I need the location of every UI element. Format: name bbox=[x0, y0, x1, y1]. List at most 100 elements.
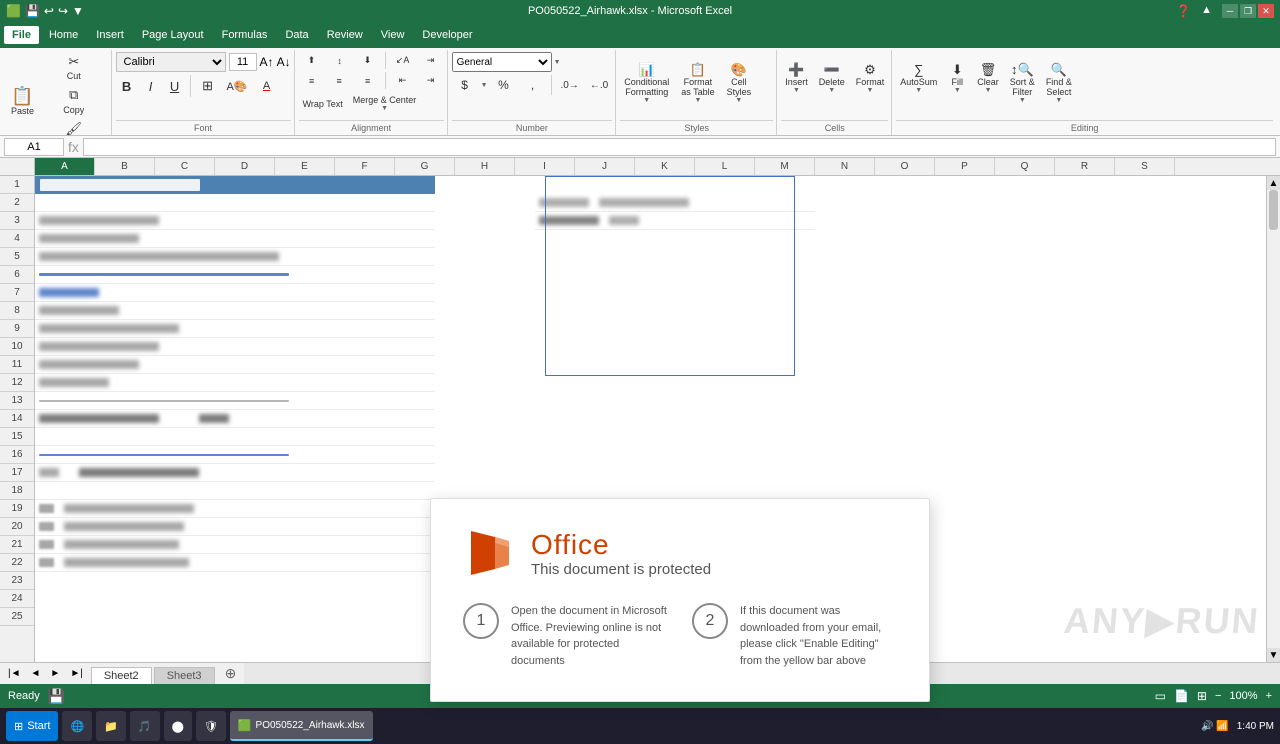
currency-button[interactable]: $ bbox=[452, 75, 478, 95]
zoom-in-button[interactable]: + bbox=[1266, 690, 1272, 702]
row-header-6[interactable]: 6 bbox=[0, 266, 34, 284]
border-button[interactable]: ⊞ bbox=[195, 75, 221, 97]
align-top-button[interactable]: ⬆ bbox=[299, 52, 325, 69]
row-header-3[interactable]: 3 bbox=[0, 212, 34, 230]
sort-filter-button[interactable]: ↕🔍 Sort & Filter ▼ bbox=[1006, 60, 1039, 110]
col-header-p[interactable]: P bbox=[935, 158, 995, 175]
copy-button[interactable]: ⧉ Copy bbox=[40, 85, 108, 117]
increase-indent-button[interactable]: ⇥ bbox=[418, 72, 444, 89]
fill-color-button[interactable]: A🎨 bbox=[223, 77, 252, 96]
align-middle-button[interactable]: ↕ bbox=[327, 53, 353, 69]
col-header-b[interactable]: B bbox=[95, 158, 155, 175]
row-header-24[interactable]: 24 bbox=[0, 590, 34, 608]
font-color-button[interactable]: A bbox=[254, 77, 280, 95]
row-header-15[interactable]: 15 bbox=[0, 428, 34, 446]
row-header-21[interactable]: 21 bbox=[0, 536, 34, 554]
row-header-8[interactable]: 8 bbox=[0, 302, 34, 320]
vscroll-thumb[interactable] bbox=[1269, 190, 1278, 230]
page-break-view-icon[interactable]: ⊞ bbox=[1197, 689, 1207, 703]
font-shrink-icon[interactable]: A↓ bbox=[277, 55, 291, 69]
row-header-18[interactable]: 18 bbox=[0, 482, 34, 500]
taskbar-security-button[interactable]: 🛡 bbox=[196, 711, 226, 741]
taskbar-chrome-button[interactable]: ⬤ bbox=[164, 711, 192, 741]
col-header-g[interactable]: G bbox=[395, 158, 455, 175]
row-header-14[interactable]: 14 bbox=[0, 410, 34, 428]
menu-insert[interactable]: Insert bbox=[88, 26, 132, 44]
row-header-19[interactable]: 19 bbox=[0, 500, 34, 518]
font-size-input[interactable] bbox=[229, 53, 257, 71]
sheet-tab-navigation[interactable]: |◄ ◄ ► ►| bbox=[0, 663, 91, 684]
format-as-table-button[interactable]: 📋 Format as Table ▼ bbox=[677, 60, 718, 110]
row-header-1[interactable]: 1 bbox=[0, 176, 34, 194]
find-select-button[interactable]: 🔍 Find & Select ▼ bbox=[1042, 60, 1076, 110]
menu-file[interactable]: File bbox=[4, 26, 39, 44]
paste-button[interactable]: 📋 Paste bbox=[7, 76, 38, 126]
col-header-k[interactable]: K bbox=[635, 158, 695, 175]
align-bottom-button[interactable]: ⬇ bbox=[355, 52, 381, 69]
restore-button[interactable]: ❐ bbox=[1240, 4, 1256, 18]
text-direction-button[interactable]: ↙A bbox=[390, 52, 416, 69]
col-header-r[interactable]: R bbox=[1055, 158, 1115, 175]
page-layout-view-icon[interactable]: 📄 bbox=[1174, 689, 1189, 703]
row-header-5[interactable]: 5 bbox=[0, 248, 34, 266]
number-format-select[interactable]: General bbox=[452, 52, 552, 72]
tab-prev-button[interactable]: ◄ bbox=[27, 666, 45, 681]
increase-decimal-button[interactable]: .0→ bbox=[557, 77, 583, 94]
menu-developer[interactable]: Developer bbox=[414, 26, 480, 44]
format-cells-button[interactable]: ⚙ Format ▼ bbox=[852, 60, 889, 110]
taskbar-folder-button[interactable]: 📁 bbox=[96, 711, 126, 741]
menu-home[interactable]: Home bbox=[41, 26, 86, 44]
name-box[interactable]: A1 bbox=[4, 138, 64, 156]
row-header-17[interactable]: 17 bbox=[0, 464, 34, 482]
italic-button[interactable]: I bbox=[140, 76, 162, 97]
start-button[interactable]: ⊞ Start bbox=[6, 711, 58, 741]
comma-button[interactable]: , bbox=[520, 75, 546, 95]
font-grow-icon[interactable]: A↑ bbox=[260, 55, 274, 69]
row-header-2[interactable]: 2 bbox=[0, 194, 34, 212]
cell-styles-button[interactable]: 🎨 Cell Styles ▼ bbox=[723, 60, 756, 110]
decrease-decimal-button[interactable]: ←.0 bbox=[586, 77, 612, 94]
clear-button[interactable]: 🗑 Clear ▼ bbox=[973, 60, 1003, 110]
indent-button[interactable]: ⇥ bbox=[418, 52, 444, 69]
decrease-indent-button[interactable]: ⇤ bbox=[390, 72, 416, 89]
customize-icon[interactable]: ▼ bbox=[72, 4, 84, 18]
row-header-22[interactable]: 22 bbox=[0, 554, 34, 572]
row-header-16[interactable]: 16 bbox=[0, 446, 34, 464]
currency-chevron[interactable]: ▼ bbox=[481, 82, 488, 89]
redo-icon[interactable]: ↪ bbox=[58, 4, 68, 18]
normal-view-icon[interactable]: ▭ bbox=[1155, 689, 1166, 703]
menu-data[interactable]: Data bbox=[277, 26, 316, 44]
col-header-q[interactable]: Q bbox=[995, 158, 1055, 175]
taskbar-ie-button[interactable]: 🌐 bbox=[62, 711, 92, 741]
col-header-a[interactable]: A bbox=[35, 158, 95, 175]
row-header-9[interactable]: 9 bbox=[0, 320, 34, 338]
delete-cells-button[interactable]: ➖ Delete ▼ bbox=[815, 60, 849, 110]
row-header-11[interactable]: 11 bbox=[0, 356, 34, 374]
window-controls[interactable]: ❓ ▲ ─ ❐ ✕ bbox=[1176, 4, 1274, 18]
autosum-button[interactable]: ∑ AutoSum ▼ bbox=[896, 60, 941, 110]
col-header-d[interactable]: D bbox=[215, 158, 275, 175]
row-header-7[interactable]: 7 bbox=[0, 284, 34, 302]
ribbon-minimize-icon[interactable]: ▲ bbox=[1201, 4, 1212, 18]
col-header-c[interactable]: C bbox=[155, 158, 215, 175]
merge-center-button[interactable]: Merge & Center ▼ bbox=[349, 92, 421, 115]
excel-help-icon[interactable]: ❓ bbox=[1176, 4, 1191, 18]
sheet-tab-sheet2[interactable]: Sheet2 bbox=[91, 667, 152, 684]
cut-button[interactable]: ✂ Cut bbox=[40, 52, 108, 84]
font-name-select[interactable]: Calibri bbox=[116, 52, 226, 72]
align-left-button[interactable]: ≡ bbox=[299, 73, 325, 89]
fill-button[interactable]: ⬇ Fill ▼ bbox=[944, 60, 970, 110]
col-header-l[interactable]: L bbox=[695, 158, 755, 175]
menu-page-layout[interactable]: Page Layout bbox=[134, 26, 212, 44]
vscroll-down-button[interactable]: ▼ bbox=[1267, 648, 1280, 662]
insert-cells-button[interactable]: ➕ Insert ▼ bbox=[781, 60, 812, 110]
menu-review[interactable]: Review bbox=[319, 26, 371, 44]
tab-last-button[interactable]: ►| bbox=[66, 666, 87, 681]
col-header-i[interactable]: I bbox=[515, 158, 575, 175]
tab-next-button[interactable]: ► bbox=[46, 666, 64, 681]
taskbar-excel-button[interactable]: 🟩 PO050522_Airhawk.xlsx bbox=[230, 711, 373, 741]
save-icon[interactable]: 💾 bbox=[25, 4, 40, 18]
row-header-4[interactable]: 4 bbox=[0, 230, 34, 248]
col-header-m[interactable]: M bbox=[755, 158, 815, 175]
formula-input[interactable] bbox=[83, 138, 1276, 156]
